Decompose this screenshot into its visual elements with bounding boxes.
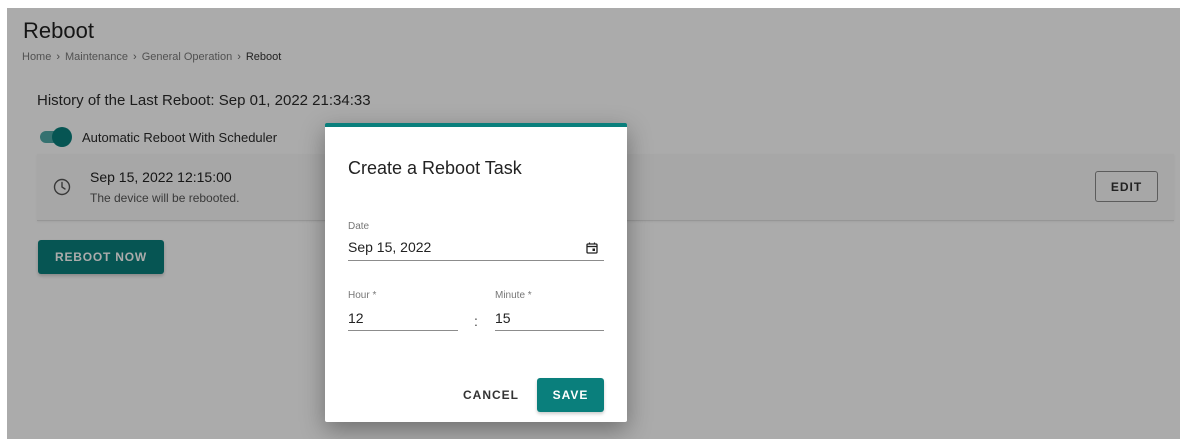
create-reboot-task-dialog: Create a Reboot Task Date Sep 15, 2022 H… (325, 123, 627, 422)
hour-input[interactable]: 12 (348, 310, 364, 326)
hour-label: Hour * (348, 290, 377, 301)
minute-input[interactable]: 15 (495, 310, 511, 326)
time-separator: : (474, 313, 478, 329)
cancel-button[interactable]: CANCEL (456, 378, 526, 412)
date-label: Date (348, 221, 370, 232)
minute-label: Minute * (495, 290, 532, 301)
minute-input-underline (495, 330, 604, 331)
save-button[interactable]: SAVE (537, 378, 604, 412)
date-input[interactable]: Sep 15, 2022 (348, 239, 431, 255)
date-input-underline (348, 260, 604, 261)
calendar-icon[interactable] (586, 242, 598, 254)
dialog-title: Create a Reboot Task (348, 158, 522, 178)
hour-input-underline (348, 330, 458, 331)
